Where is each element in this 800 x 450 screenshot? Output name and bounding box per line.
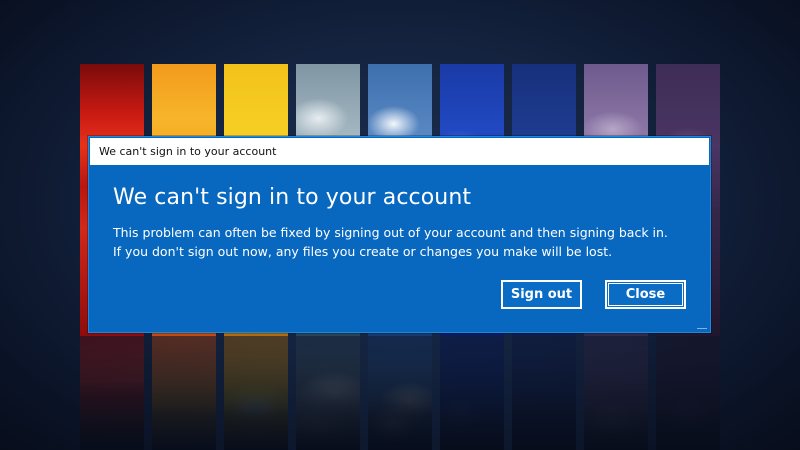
dialog-titlebar[interactable]: We can't sign in to your account	[90, 138, 709, 165]
dialog-message-line-1: This problem can often be fixed by signi…	[113, 225, 668, 240]
resize-grip-icon[interactable]	[697, 325, 707, 329]
dialog-message-line-2: If you don't sign out now, any files you…	[113, 244, 613, 259]
sign-out-button-label: Sign out	[510, 287, 573, 302]
sign-in-error-dialog: We can't sign in to your account We can'…	[88, 136, 711, 333]
sign-out-button[interactable]: Sign out	[501, 280, 582, 309]
close-button[interactable]: Close	[605, 280, 686, 309]
close-button-label: Close	[625, 287, 666, 302]
dialog-window-title: We can't sign in to your account	[99, 145, 277, 158]
dialog-heading: We can't sign in to your account	[113, 185, 472, 210]
